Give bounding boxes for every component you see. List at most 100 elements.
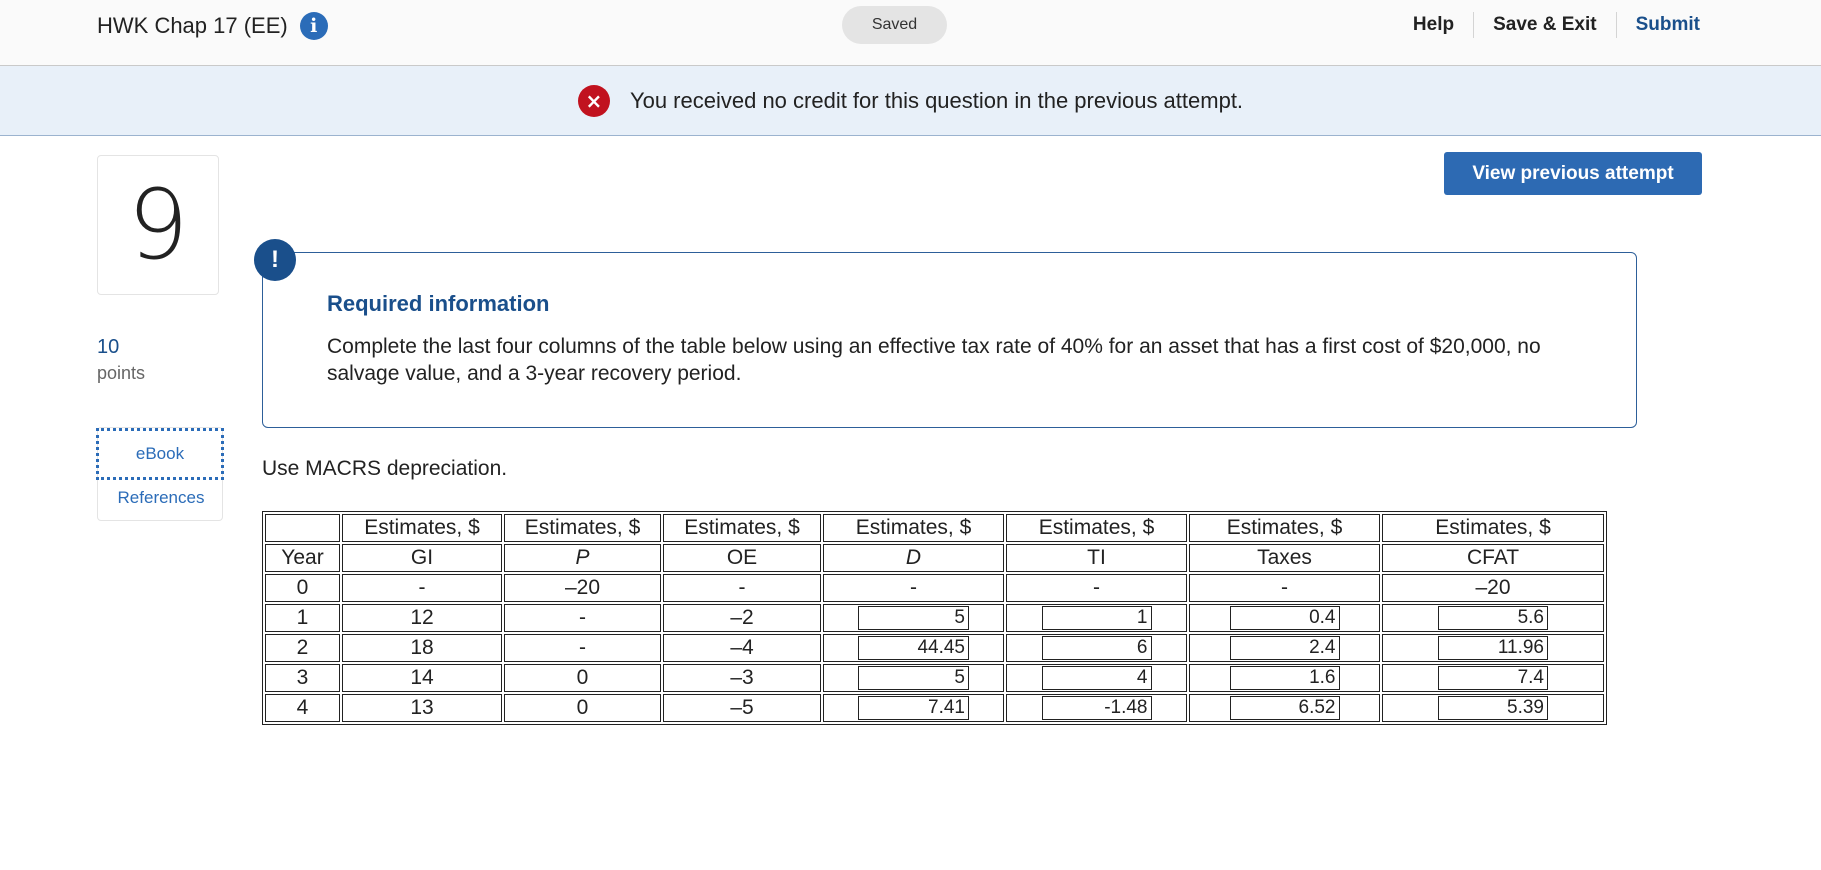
cfat-cell: 7.4 [1382, 664, 1604, 692]
column-header-year: Year [265, 544, 340, 572]
cfat-input[interactable]: 5.6 [1438, 606, 1548, 631]
group-header-cell: Estimates, $ [1006, 514, 1187, 542]
cfat-cell: 5.6 [1382, 604, 1604, 632]
d-cell: 5 [823, 664, 1004, 692]
year-cell: 4 [265, 694, 340, 722]
group-header-cell: Estimates, $ [1382, 514, 1604, 542]
group-header-cell: Estimates, $ [1189, 514, 1380, 542]
d-input[interactable]: 5 [858, 606, 969, 631]
group-header-row: Estimates, $ Estimates, $ Estimates, $ E… [265, 514, 1604, 542]
d-cell: 44.45 [823, 634, 1004, 662]
taxes-input[interactable]: 1.6 [1229, 666, 1340, 691]
taxes-cell: 6.52 [1189, 694, 1380, 722]
p-cell: –20 [504, 574, 661, 602]
error-x-icon: × [577, 84, 610, 117]
oe-cell: –5 [663, 694, 821, 722]
no-credit-banner: × You received no credit for this questi… [0, 66, 1821, 136]
taxes-input[interactable]: 0.4 [1229, 606, 1340, 631]
ti-cell: 1 [1006, 604, 1187, 632]
d-input[interactable]: 44.45 [858, 636, 969, 661]
resource-links: eBook References [96, 427, 224, 521]
taxes-input[interactable]: 2.4 [1229, 636, 1340, 661]
ti-input[interactable]: 1 [1041, 606, 1152, 631]
p-cell: - [504, 634, 661, 662]
oe-cell: –4 [663, 634, 821, 662]
column-header-p: P [504, 544, 661, 572]
ebook-link[interactable]: eBook [96, 428, 224, 480]
oe-cell: –2 [663, 604, 821, 632]
gi-cell: 14 [342, 664, 502, 692]
points-label: points [97, 363, 146, 383]
column-header-d: D [823, 544, 1004, 572]
taxes-input[interactable]: 6.52 [1229, 696, 1340, 721]
top-bar: HWK Chap 17 (EE) i Saved Help Save & Exi… [0, 0, 1821, 66]
ti-input[interactable]: -1.48 [1041, 696, 1152, 721]
column-header-gi: GI [342, 544, 502, 572]
oe-cell: - [663, 574, 821, 602]
table-row: 2 18 - –4 44.45 6 2.4 11.96 [265, 634, 1604, 662]
required-info-title: Required information [327, 291, 550, 316]
d-cell: 7.41 [823, 694, 1004, 722]
view-previous-attempt-button[interactable]: View previous attempt [1444, 152, 1702, 195]
saved-status-badge: Saved [842, 6, 947, 44]
required-info-text: Complete the last four columns of the ta… [327, 335, 1541, 385]
d-input[interactable]: 7.41 [858, 696, 969, 721]
cfat-input[interactable]: 11.96 [1438, 636, 1548, 661]
ti-input[interactable]: 4 [1041, 666, 1152, 691]
header-nav: Help Save & Exit Submit [1394, 12, 1700, 38]
oe-cell: –3 [663, 664, 821, 692]
p-cell: 0 [504, 664, 661, 692]
ti-cell: - [1006, 574, 1187, 602]
assignment-title: HWK Chap 17 (EE) i [97, 12, 328, 40]
cfat-input[interactable]: 5.39 [1438, 696, 1548, 721]
table-row: 0 - –20 - - - - –20 [265, 574, 1604, 602]
cfat-input[interactable]: 7.4 [1438, 666, 1548, 691]
table-row: 1 12 - –2 5 1 0.4 5.6 [265, 604, 1604, 632]
group-header-cell: Estimates, $ [342, 514, 502, 542]
d-input[interactable]: 5 [858, 666, 969, 691]
table-row: 4 13 0 –5 7.41 -1.48 6.52 5.39 [265, 694, 1604, 722]
column-header-taxes: Taxes [1189, 544, 1380, 572]
gi-cell: 12 [342, 604, 502, 632]
assignment-title-text: HWK Chap 17 (EE) [97, 13, 288, 38]
year-cell: 3 [265, 664, 340, 692]
year-cell: 2 [265, 634, 340, 662]
p-cell: 0 [504, 694, 661, 722]
d-cell: 5 [823, 604, 1004, 632]
ti-input[interactable]: 6 [1041, 636, 1152, 661]
taxes-cell: - [1189, 574, 1380, 602]
info-icon[interactable]: i [299, 12, 328, 40]
references-link[interactable]: References [98, 488, 224, 508]
cfat-cell: 5.39 [1382, 694, 1604, 722]
year-cell: 0 [265, 574, 340, 602]
exclamation-icon: ! [254, 239, 296, 281]
table-row: 3 14 0 –3 5 4 1.6 7.4 [265, 664, 1604, 692]
banner-message: You received no credit for this question… [629, 87, 1244, 113]
help-link[interactable]: Help [1394, 12, 1475, 38]
column-header-ti: TI [1006, 544, 1187, 572]
column-header-oe: OE [663, 544, 821, 572]
gi-cell: 18 [342, 634, 502, 662]
taxes-cell: 1.6 [1189, 664, 1380, 692]
column-header-row: Year GI P OE D TI Taxes CFAT [265, 544, 1604, 572]
p-cell: - [504, 604, 661, 632]
save-exit-link[interactable]: Save & Exit [1474, 12, 1617, 38]
d-cell: - [823, 574, 1004, 602]
year-cell: 1 [265, 604, 340, 632]
group-header-cell: Estimates, $ [663, 514, 821, 542]
empty-header-cell [265, 514, 340, 542]
instruction-text: Use MACRS depreciation. [262, 457, 508, 480]
gi-cell: 13 [342, 694, 502, 722]
cfat-cell: –20 [1382, 574, 1604, 602]
taxes-cell: 2.4 [1189, 634, 1380, 662]
ti-cell: 4 [1006, 664, 1187, 692]
taxes-cell: 0.4 [1189, 604, 1380, 632]
column-header-cfat: CFAT [1382, 544, 1604, 572]
cfat-cell: 11.96 [1382, 634, 1604, 662]
points-value: 10 [97, 336, 120, 358]
submit-link[interactable]: Submit [1617, 12, 1700, 38]
ti-cell: 6 [1006, 634, 1187, 662]
ti-cell: -1.48 [1006, 694, 1187, 722]
gi-cell: - [342, 574, 502, 602]
required-information-box: Required information Complete the last f… [262, 252, 1637, 428]
